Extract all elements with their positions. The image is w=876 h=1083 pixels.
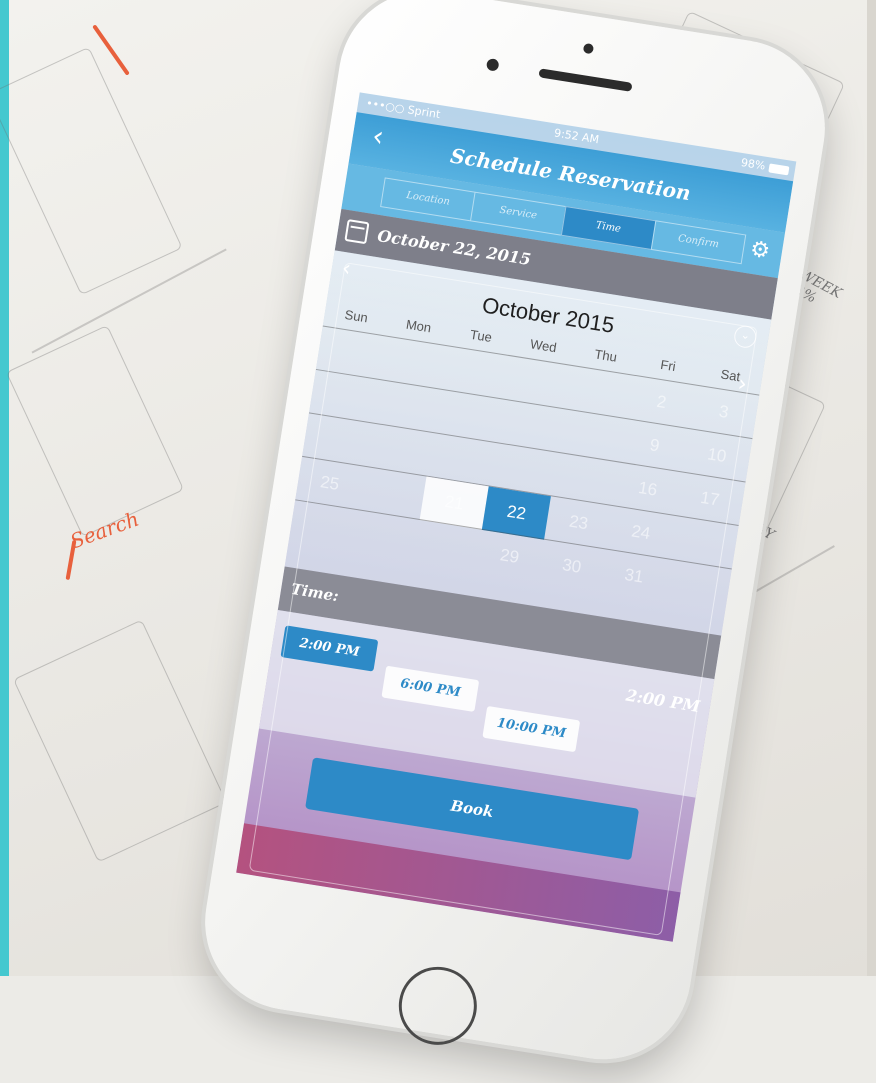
front-camera xyxy=(582,42,595,55)
weekday-label: Wed xyxy=(529,336,558,356)
weekday-label: Fri xyxy=(659,356,677,375)
wireframe-sketch xyxy=(12,619,228,863)
wireframe-sketch xyxy=(5,324,185,538)
time-slot-button[interactable]: 6:00 PM xyxy=(381,665,480,712)
gear-icon[interactable]: ⚙ xyxy=(746,237,773,265)
time-slot-button[interactable]: 2:00 PM xyxy=(280,625,379,672)
step-service[interactable]: Service xyxy=(470,191,566,236)
teal-edge-strip xyxy=(0,0,9,976)
phone-screen: •••○○ Sprint 9:52 AM 98% ‹ Schedule Rese… xyxy=(236,92,797,942)
weekday-label: Tue xyxy=(469,326,494,345)
calendar-icon xyxy=(344,219,370,245)
proximity-sensor xyxy=(485,57,500,72)
paper-edge xyxy=(867,0,876,976)
calendar-day[interactable]: 30 xyxy=(537,540,606,593)
calendar-day[interactable]: 31 xyxy=(599,550,668,603)
home-button[interactable] xyxy=(393,961,483,1051)
weekday-label: Mon xyxy=(404,316,433,336)
selected-time: 2:00 PM xyxy=(624,685,702,717)
step-time[interactable]: Time xyxy=(560,205,656,250)
battery-percent: 98% xyxy=(740,155,767,173)
weekday-label: Sun xyxy=(343,306,369,326)
time-label: Time: xyxy=(289,579,340,606)
earpiece-speaker xyxy=(538,68,633,92)
step-location[interactable]: Location xyxy=(380,177,475,222)
wireframe-sketch xyxy=(0,46,183,296)
calendar-day[interactable]: 29 xyxy=(475,530,544,583)
step-confirm[interactable]: Confirm xyxy=(650,220,747,265)
weekday-label: Thu xyxy=(593,346,618,365)
weekday-label: Sat xyxy=(719,366,742,385)
time-slot-button[interactable]: 10:00 PM xyxy=(482,705,581,753)
